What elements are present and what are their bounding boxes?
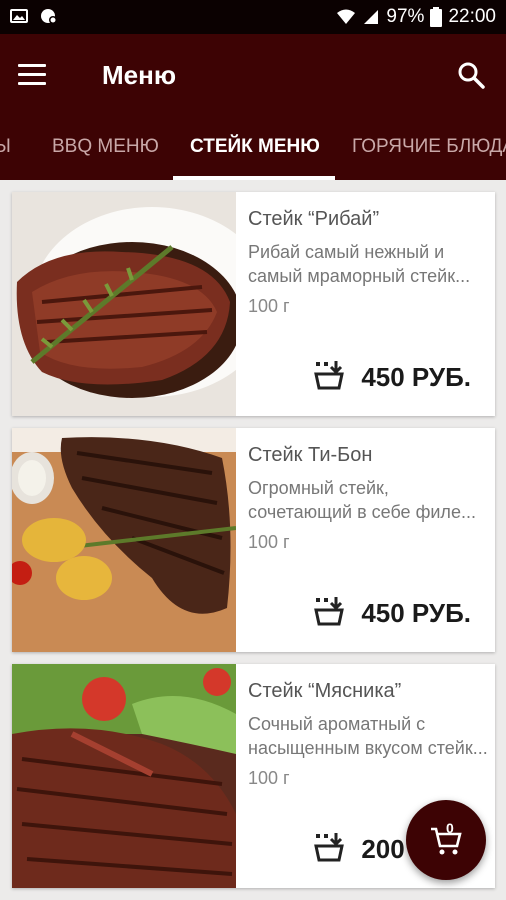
item-price: 450 РУБ. [361, 598, 471, 628]
item-weight: 100 г [248, 296, 290, 316]
menu-item-card[interactable]: Стейк “Рибай” Рибай самый нежный и самый… [12, 192, 495, 416]
cart-button[interactable]: 0 [406, 800, 486, 880]
item-description-line: Огромный стейк, [248, 478, 389, 498]
status-bar: 97% 22:00 [0, 0, 506, 34]
add-to-cart-icon[interactable] [314, 360, 344, 390]
item-description: Рибай самый нежный и самый мраморный сте… [248, 240, 488, 288]
item-description-line: Сочный ароматный с [248, 714, 426, 734]
butcher-steak-image [12, 664, 236, 888]
battery-icon [430, 7, 443, 27]
tab-bbq-menu[interactable]: BBQ МЕНЮ [52, 118, 159, 180]
item-description-line: Рибай самый нежный и [248, 242, 445, 262]
item-description-line: сочетающий в себе филе... [248, 502, 476, 522]
item-description: Огромный стейк, сочетающий в себе филе..… [248, 476, 488, 524]
app-notification-icon [41, 9, 57, 24]
t-bone-steak-image [12, 428, 236, 652]
item-description-line: насыщенным вкусом стейк... [248, 738, 488, 758]
item-description: Сочный ароматный с насыщенным вкусом сте… [248, 712, 488, 760]
menu-icon[interactable] [18, 64, 46, 86]
item-name: Стейк “Мясника” [248, 680, 402, 702]
tab-hot-dishes[interactable]: ГОРЯЧИЕ БЛЮДА [352, 118, 506, 180]
wifi-icon [337, 9, 356, 24]
search-icon[interactable] [456, 60, 486, 90]
item-price: 450 РУБ. [361, 362, 471, 392]
item-name: Стейк Ти-Бон [248, 444, 373, 466]
item-weight: 100 г [248, 532, 290, 552]
tab-previous[interactable]: Ы [0, 118, 11, 180]
item-description-line: самый мраморный стейк... [248, 266, 471, 286]
cart-count-badge: 0 [446, 820, 454, 836]
clock: 22:00 [448, 6, 496, 27]
add-to-cart-icon[interactable] [314, 832, 344, 862]
ribeye-steak-image [12, 192, 236, 416]
signal-icon [364, 10, 379, 24]
add-to-cart-icon[interactable] [314, 596, 344, 626]
app-bar: Меню [0, 34, 506, 118]
gallery-notification-icon [10, 9, 28, 23]
tab-steak-menu[interactable]: СТЕЙК МЕНЮ [190, 118, 320, 180]
battery-percent: 97% [386, 6, 425, 27]
item-name: Стейк “Рибай” [248, 208, 380, 230]
item-weight: 100 г [248, 768, 290, 788]
menu-item-card[interactable]: Стейк Ти-Бон Огромный стейк, сочетающий … [12, 428, 495, 652]
category-tabs: Ы BBQ МЕНЮ СТЕЙК МЕНЮ ГОРЯЧИЕ БЛЮДА [0, 118, 506, 180]
page-title: Меню [102, 60, 177, 90]
tab-indicator [173, 176, 335, 180]
